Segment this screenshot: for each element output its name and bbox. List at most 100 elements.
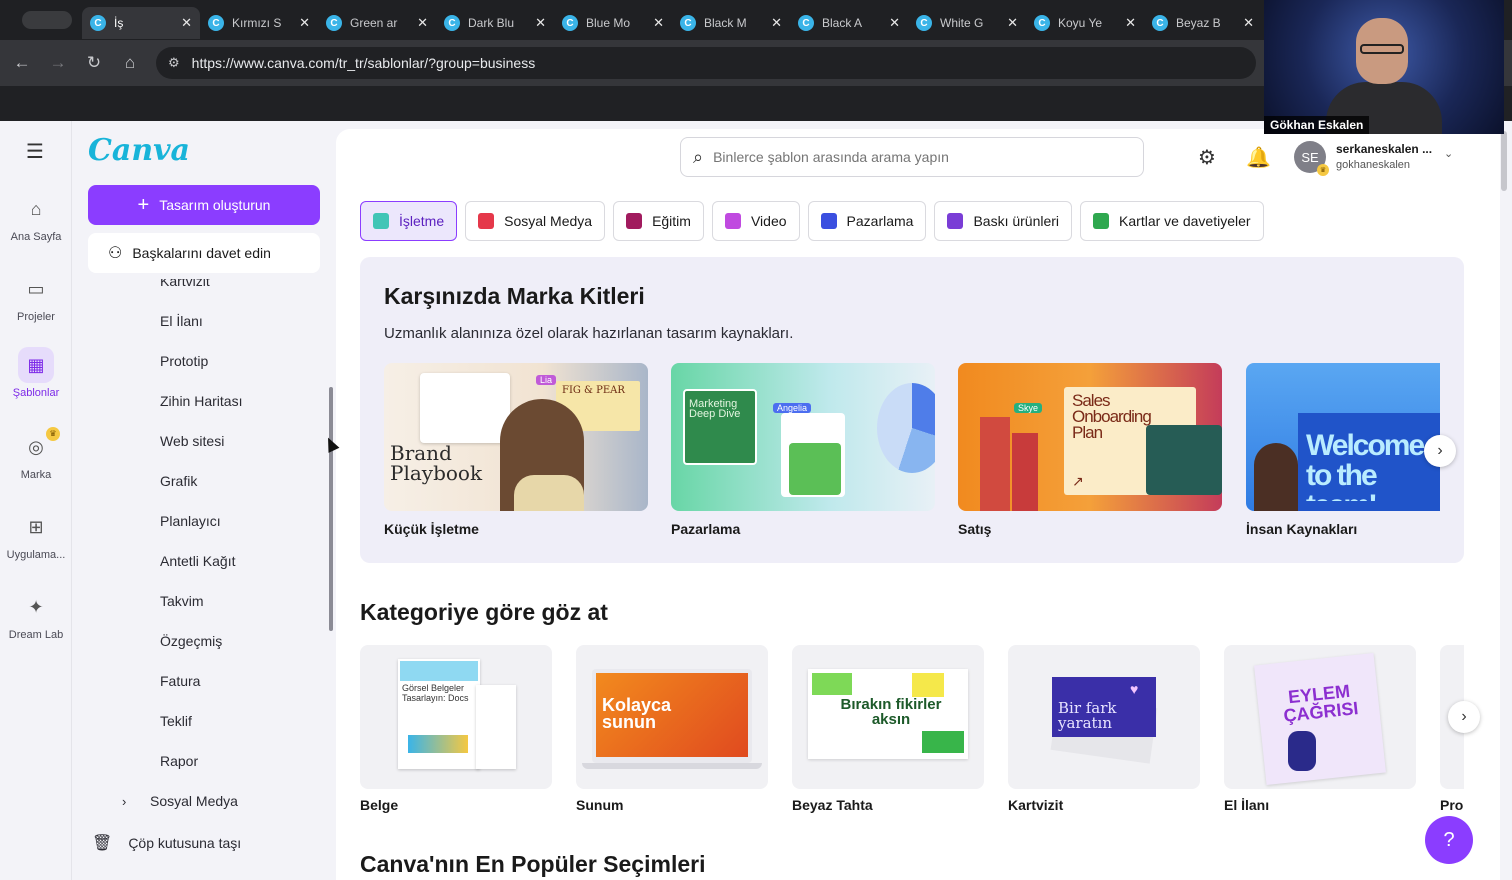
rail-dream-lab[interactable]: ✦ Dream Lab [0, 589, 72, 642]
sidebar-item-zihin-haritasi[interactable]: Zihin Haritası [160, 393, 242, 409]
chip-egitim[interactable]: Eğitim [613, 201, 704, 241]
canva-favicon-icon: C [680, 15, 696, 31]
back-icon[interactable]: ← [4, 53, 40, 73]
sidebar-item-teklif[interactable]: Teklif [160, 713, 192, 729]
close-tab-icon[interactable]: ✕ [889, 15, 900, 31]
chevron-down-icon[interactable]: ⌄ [1444, 147, 1453, 160]
sidebar-item-kartvizit[interactable]: Kartvizit [160, 279, 210, 289]
close-tab-icon[interactable]: ✕ [181, 15, 192, 31]
close-tab-icon[interactable]: ✕ [535, 15, 546, 31]
category-card-el-ilani[interactable]: EYLEM ÇAĞRISI [1224, 645, 1416, 789]
close-tab-icon[interactable]: ✕ [1125, 15, 1136, 31]
sticky-note [812, 673, 852, 695]
close-tab-icon[interactable]: ✕ [771, 15, 782, 31]
sidebar-item-antetli-kagit[interactable]: Antetli Kağıt [160, 553, 236, 569]
popular-title: Canva'nın En Popüler Seçimleri [360, 851, 706, 877]
help-button[interactable]: ? [1425, 816, 1473, 864]
site-settings-icon[interactable]: ⚙ [168, 55, 180, 71]
rail-apps[interactable]: ⊞ Uygulama... [0, 509, 72, 562]
brand-kit-card-small-business[interactable]: FIG & PEAR Lia Brand Playbook [384, 363, 648, 511]
tab-black-a[interactable]: C Black A ✕ [790, 7, 908, 39]
business-icon [373, 213, 389, 229]
url-field[interactable]: ⚙ https://www.canva.com/tr_tr/sablonlar/… [156, 47, 1256, 79]
url-text: https://www.canva.com/tr_tr/sablonlar/?g… [191, 55, 536, 71]
page-scrollbar[interactable] [1501, 131, 1507, 191]
settings-gear-icon[interactable]: ⚙ [1198, 145, 1216, 170]
invite-button[interactable]: ⚇ Başkalarını davet edin [88, 233, 320, 273]
forward-icon[interactable]: → [40, 53, 76, 73]
brand-kit-card-marketing[interactable]: Marketing Deep Dive Angelia [671, 363, 935, 511]
category-card-sunum[interactable]: Kolayca sunun [576, 645, 768, 789]
rail-brand[interactable]: ◎ ♛ Marka [0, 427, 72, 481]
rail-projects[interactable]: ▭ Projeler [0, 271, 72, 324]
search-input[interactable] [713, 149, 1114, 165]
tab-black-m[interactable]: C Black M ✕ [672, 7, 790, 39]
brand-kits-subtitle: Uzmanlık alanınıza özel olarak hazırlana… [384, 325, 794, 342]
brand-kits-next-button[interactable]: › [1424, 435, 1456, 467]
trash-button[interactable]: 🗑 Çöp kutusuna taşı [92, 833, 241, 853]
avatar[interactable]: SE ♛ [1294, 141, 1329, 176]
bar-graphic [980, 417, 1010, 511]
doc-page [476, 685, 516, 769]
canva-favicon-icon: C [326, 15, 342, 31]
categories-next-button[interactable]: › [1448, 701, 1480, 733]
sidebar-item-planlayici[interactable]: Planlayıcı [160, 513, 221, 529]
window-controls[interactable] [22, 11, 72, 29]
canva-logo[interactable]: Canva [88, 133, 190, 168]
canva-app: ☰ ⌂ Ana Sayfa ▭ Projeler ▦ Şablonlar ◎ ♛… [0, 121, 1512, 880]
tab-green[interactable]: C Green ar ✕ [318, 7, 436, 39]
category-card-belge[interactable]: Görsel Belgeler Tasarlayın: Docs [360, 645, 552, 789]
tab-is[interactable]: C İş ✕ [82, 7, 200, 39]
chip-kartlar[interactable]: Kartlar ve davetiyeler [1080, 201, 1264, 241]
sidebar-item-web-sitesi[interactable]: Web sitesi [160, 433, 224, 449]
tab-beyaz[interactable]: C Beyaz B ✕ [1144, 7, 1262, 39]
canva-favicon-icon: C [208, 15, 224, 31]
rail-home[interactable]: ⌂ Ana Sayfa [0, 191, 72, 244]
chip-isletme[interactable]: İşletme [360, 201, 458, 241]
rail-templates[interactable]: ▦ Şablonlar [0, 347, 72, 399]
brand-kit-label-sales: Satış [958, 521, 992, 537]
canva-favicon-icon: C [562, 15, 578, 31]
search-box[interactable]: ⌕ [680, 137, 1144, 177]
education-icon [626, 213, 643, 229]
tab-kirmizi[interactable]: C Kırmızı S ✕ [200, 7, 318, 39]
tab-dark-blue[interactable]: C Dark Blu ✕ [436, 7, 554, 39]
tab-white[interactable]: C White G ✕ [908, 7, 1026, 39]
chip-sosyal-medya[interactable]: Sosyal Medya [465, 201, 606, 241]
chip-baski-urunleri[interactable]: Baskı ürünleri [934, 201, 1073, 241]
close-tab-icon[interactable]: ✕ [1243, 15, 1254, 31]
sidebar-item-ozgecmis[interactable]: Özgeçmiş [160, 633, 222, 649]
tab-koyu[interactable]: C Koyu Ye ✕ [1026, 7, 1144, 39]
brand-kit-card-hr[interactable]: Welcome to the team! [1246, 363, 1440, 511]
sidebar-item-grafik[interactable]: Grafik [160, 473, 197, 489]
create-design-button[interactable]: + Tasarım oluşturun [88, 185, 320, 225]
panel-scrollbar[interactable] [329, 387, 333, 631]
chip-video[interactable]: Video [711, 201, 800, 241]
close-tab-icon[interactable]: ✕ [653, 15, 664, 31]
category-card-kartvizit[interactable]: Bir fark yaratın ♥ [1008, 645, 1200, 789]
sidebar-item-el-ilani[interactable]: El İlanı [160, 313, 203, 329]
brand-kit-card-sales[interactable]: Skye Sales Onboarding Plan ↗ [958, 363, 1222, 511]
chip-pazarlama[interactable]: Pazarlama [807, 201, 927, 241]
sidebar-item-fatura[interactable]: Fatura [160, 673, 200, 689]
hamburger-menu-icon[interactable]: ☰ [26, 139, 44, 164]
brand-kits-title: Karşınızda Marka Kitleri [384, 283, 645, 309]
reload-icon[interactable]: ↻ [76, 53, 112, 73]
account-name[interactable]: serkaneskalen ... [1336, 142, 1432, 156]
notifications-bell-icon[interactable]: 🔔 [1246, 145, 1271, 170]
sidebar-item-takvim[interactable]: Takvim [160, 593, 204, 609]
sidebar-item-rapor[interactable]: Rapor [160, 753, 198, 769]
category-card-beyaz-tahta[interactable]: Bırakın fikirler aksın [792, 645, 984, 789]
heart-icon: ♥ [1130, 681, 1139, 697]
home-browser-icon[interactable]: ⌂ [112, 53, 148, 73]
brand-kit-label-small-business: Küçük İşletme [384, 521, 479, 537]
sidebar-item-prototip[interactable]: Prototip [160, 353, 208, 369]
category-label-sunum: Sunum [576, 797, 624, 813]
close-tab-icon[interactable]: ✕ [417, 15, 428, 31]
sidebar-group-sosyal-medya[interactable]: › Sosyal Medya [122, 793, 238, 809]
close-tab-icon[interactable]: ✕ [1007, 15, 1018, 31]
tab-blue[interactable]: C Blue Mo ✕ [554, 7, 672, 39]
folder-icon: ▭ [27, 278, 45, 299]
close-tab-icon[interactable]: ✕ [299, 15, 310, 31]
side-panel: Canva + Tasarım oluşturun ⚇ Başkalarını da… [72, 121, 336, 880]
